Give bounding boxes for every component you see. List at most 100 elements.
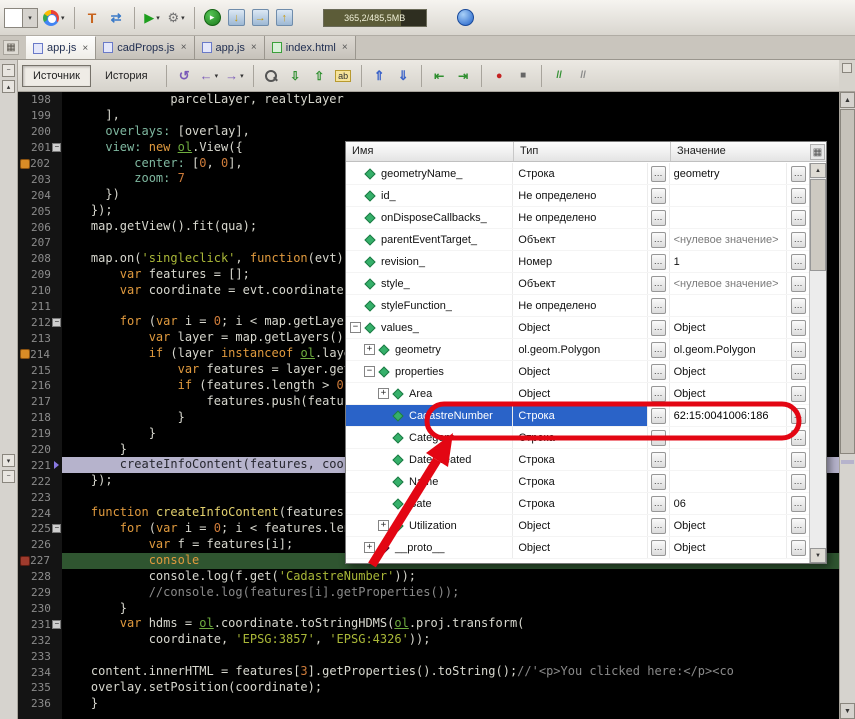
code-line[interactable] [62,648,839,664]
back-icon-dropdown-icon[interactable]: ▾ [215,72,219,80]
expand-icon[interactable]: + [364,344,375,355]
find-selection-icon[interactable] [261,64,282,87]
step-out-button[interactable]: ↑ [274,6,295,29]
code-line[interactable]: } [62,601,839,617]
variable-row[interactable]: CategoryСтрока…… [346,427,809,449]
column-header-name[interactable]: Имя [346,142,514,161]
variable-row[interactable]: styleFunction_Не определено…… [346,295,809,317]
open-value-editor-button[interactable]: … [651,518,666,534]
scrollbar-thumb[interactable] [840,109,855,454]
open-value-editor-button[interactable]: … [651,474,666,490]
popup-scroll-up-icon[interactable]: ▲ [810,163,826,178]
code-line[interactable]: var hdms = ol.coordinate.toStringHDMS(ol… [62,616,839,632]
config-combobox[interactable]: ▾ [4,8,38,28]
open-value-detail-button[interactable]: … [791,166,806,182]
variable-row[interactable]: −values_Object…Object… [346,317,809,339]
back-icon[interactable]: ←▾ [198,64,221,87]
expand-icon[interactable]: + [378,520,389,531]
memory-indicator[interactable]: 365,2/485,5MB [323,9,427,27]
start-macro-icon[interactable]: ● [489,64,510,87]
open-value-editor-button[interactable]: … [651,232,666,248]
uncomment-icon[interactable]: // [573,64,594,87]
variable-name-cell[interactable]: geometryName_ [346,163,513,184]
last-edit-icon[interactable]: ↺ [174,64,195,87]
scroll-down-icon[interactable]: ▼ [840,703,855,719]
variable-row[interactable]: NameСтрока…… [346,471,809,493]
team-tool-icon[interactable]: T [82,6,103,29]
open-value-detail-button[interactable]: … [791,210,806,226]
code-line[interactable]: coordinate, 'EPSG:3857', 'EPSG:4326')); [62,632,839,648]
variable-row[interactable]: style_Объект…<нулевое значение>… [346,273,809,295]
forward-icon[interactable]: →▾ [223,64,246,87]
toggle-highlight-icon[interactable]: ab [333,64,354,87]
tab-close-icon[interactable]: × [251,42,257,53]
fold-toggle-icon[interactable]: − [52,143,61,152]
debug-project-button[interactable]: ⚙▾ [166,6,187,29]
code-line[interactable]: parcelLayer, realtyLayer [62,92,839,108]
code-line[interactable]: //console.log(features[i].getProperties(… [62,585,839,601]
tab-close-icon[interactable]: × [181,42,187,53]
open-value-detail-button[interactable]: … [791,496,806,512]
step-over-button[interactable]: ↓ [226,6,247,29]
find-next-icon[interactable]: ⇩ [285,64,306,87]
tab-list-icon[interactable]: ▦ [3,40,19,55]
open-value-detail-button[interactable]: … [791,364,806,380]
variable-row[interactable]: onDisposeCallbacks_Не определено…… [346,207,809,229]
open-value-editor-button[interactable]: … [651,408,666,424]
code-line[interactable]: overlay.setPosition(coordinate); [62,680,839,696]
side-strip-button[interactable]: − [2,64,15,77]
variable-name-cell[interactable]: parentEventTarget_ [346,229,513,250]
side-strip-button[interactable]: − [2,470,15,483]
code-line[interactable]: content.innerHTML = features[3].getPrope… [62,664,839,680]
combo-dropdown-icon[interactable]: ▾ [22,9,37,27]
popup-scroll-down-icon[interactable]: ▼ [810,548,826,563]
run-project-button-dropdown-icon[interactable]: ▾ [156,14,160,22]
variable-row[interactable]: +UtilizationObject…Object… [346,515,809,537]
open-value-editor-button[interactable]: … [651,342,666,358]
variable-name-cell[interactable]: DateCreated [346,449,513,470]
comment-icon[interactable]: // [549,64,570,87]
open-value-detail-button[interactable]: … [791,408,806,424]
variable-name-cell[interactable]: +Area [346,383,513,404]
open-value-editor-button[interactable]: … [651,188,666,204]
tab-cadProps.js[interactable]: cadProps.js× [96,36,194,59]
source-button[interactable]: Источник [22,65,91,87]
variable-row[interactable]: geometryName_Строка…geometry… [346,163,809,185]
run-project-button[interactable]: ▶▾ [142,6,163,29]
open-value-editor-button[interactable]: … [651,166,666,182]
variable-row[interactable]: id_Не определено…… [346,185,809,207]
variable-row[interactable]: DateCreatedСтрока…… [346,449,809,471]
fold-toggle-icon[interactable]: − [52,620,61,629]
tab-index.html[interactable]: index.html× [265,36,356,59]
variable-name-cell[interactable]: Category [346,427,513,448]
open-value-editor-button[interactable]: … [651,276,666,292]
chrome-browser-icon-dropdown-icon[interactable]: ▾ [61,14,65,22]
variable-row[interactable]: parentEventTarget_Объект…<нулевое значен… [346,229,809,251]
open-value-editor-button[interactable]: … [651,298,666,314]
open-value-editor-button[interactable]: … [651,210,666,226]
variable-name-cell[interactable]: Sate [346,493,513,514]
editor-split-button[interactable] [839,60,855,92]
debug-project-button-dropdown-icon[interactable]: ▾ [181,14,185,22]
variable-row[interactable]: +AreaObject…Object… [346,383,809,405]
expand-icon[interactable]: + [364,542,375,553]
editor-vertical-scrollbar[interactable]: ▲ ▼ [839,92,855,719]
shift-left-icon[interactable]: ⇤ [429,64,450,87]
variable-row[interactable]: SateСтрока…06… [346,493,809,515]
bookmark-marker-icon[interactable] [20,349,30,359]
previous-occurrence-icon[interactable]: ⇑ [369,64,390,87]
popup-scrollbar-thumb[interactable] [810,179,826,271]
open-value-detail-button[interactable]: … [791,276,806,292]
code-line[interactable]: ], [62,108,839,124]
variable-name-cell[interactable]: id_ [346,185,513,206]
next-occurrence-icon[interactable]: ⇓ [393,64,414,87]
variable-name-cell[interactable]: +geometry [346,339,513,360]
variable-name-cell[interactable]: Name [346,471,513,492]
open-value-detail-button[interactable]: … [791,320,806,336]
variable-name-cell[interactable]: CadastreNumber [346,405,513,426]
shift-right-icon[interactable]: ⇥ [453,64,474,87]
open-value-detail-button[interactable]: … [791,254,806,270]
collapse-icon[interactable]: − [350,322,361,333]
open-value-detail-button[interactable]: … [791,342,806,358]
open-value-editor-button[interactable]: … [651,320,666,336]
